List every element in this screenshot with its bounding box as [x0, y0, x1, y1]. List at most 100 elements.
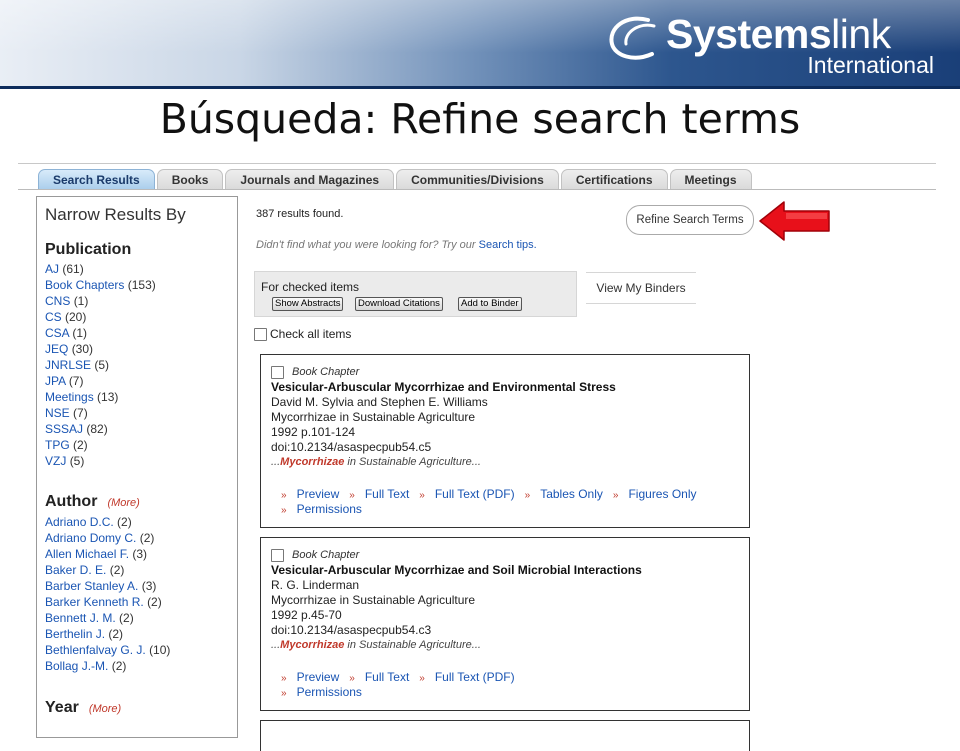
- result-action-link[interactable]: » Full Text (PDF): [419, 487, 514, 501]
- author-count: (2): [117, 515, 132, 529]
- download-citations-button[interactable]: Download Citations: [355, 297, 443, 311]
- add-to-binder-button[interactable]: Add to Binder: [458, 297, 522, 311]
- search-tips-link[interactable]: Search tips.: [479, 239, 537, 251]
- result-pages: 1992 p.45-70: [271, 608, 342, 622]
- result-links: » Preview » Full Text » Full Text (PDF) » Table…: [281, 487, 707, 503]
- publication-item: Meetings (13): [45, 389, 156, 405]
- author-item: Berthelin J. (2): [45, 626, 170, 642]
- author-link[interactable]: Baker D. E.: [45, 563, 106, 577]
- year-heading: Year (More): [45, 699, 121, 717]
- tab-communities[interactable]: Communities/Divisions: [396, 169, 559, 190]
- search-tips-text: Didn't find what you were looking for? T…: [256, 239, 537, 251]
- publication-item: AJ (61): [45, 261, 156, 277]
- publication-link[interactable]: Meetings: [45, 390, 94, 404]
- check-all-row: Check all items: [254, 327, 351, 341]
- year-heading-label: Year: [45, 699, 79, 716]
- double-chevron-icon: »: [281, 688, 287, 699]
- publication-item: CNS (1): [45, 293, 156, 309]
- result-action-link[interactable]: » Full Text: [349, 670, 409, 684]
- result-card-partial: [260, 720, 750, 751]
- author-item: Barker Kenneth R. (2): [45, 594, 170, 610]
- result-card: Book Chapter Vesicular-Arbuscular Mycorr…: [260, 537, 750, 711]
- double-chevron-icon: »: [281, 505, 287, 516]
- author-item: Bollag J.-M. (2): [45, 658, 170, 674]
- author-link[interactable]: Berthelin J.: [45, 627, 105, 641]
- result-card: Book Chapter Vesicular-Arbuscular Mycorr…: [260, 354, 750, 528]
- publication-link[interactable]: NSE: [45, 406, 70, 420]
- publication-link[interactable]: TPG: [45, 438, 70, 452]
- result-title[interactable]: Vesicular-Arbuscular Mycorrhizae and Soi…: [271, 563, 642, 578]
- publication-link[interactable]: JEQ: [45, 342, 68, 356]
- publication-count: (13): [97, 390, 119, 404]
- result-body: Book Chapter Vesicular-Arbuscular Mycorr…: [271, 548, 642, 653]
- author-list: Adriano D.C. (2) Adriano Domy C. (2) Allen…: [45, 514, 170, 674]
- result-action-link[interactable]: » Preview: [281, 487, 339, 501]
- result-action-link[interactable]: » Permissions: [281, 502, 362, 516]
- author-link[interactable]: Allen Michael F.: [45, 547, 129, 561]
- tab-books[interactable]: Books: [156, 169, 224, 190]
- author-item: Adriano Domy C. (2): [45, 530, 170, 546]
- publication-link[interactable]: JPA: [45, 374, 65, 388]
- year-more-link[interactable]: (More): [89, 703, 121, 715]
- author-heading-label: Author: [45, 493, 98, 510]
- tab-bar-line: [18, 189, 936, 190]
- result-action-link[interactable]: » Tables Only: [525, 487, 603, 501]
- publication-link[interactable]: SSSAJ: [45, 422, 83, 436]
- double-chevron-icon: »: [612, 490, 619, 501]
- narrow-results-sidebar: Narrow Results By Publication AJ (61) Boo…: [36, 196, 238, 738]
- author-link[interactable]: Bethlenfalvay G. J.: [45, 643, 146, 657]
- publication-count: (2): [73, 438, 88, 452]
- author-link[interactable]: Bollag J.-M.: [45, 659, 108, 673]
- author-link[interactable]: Barker Kenneth R.: [45, 595, 144, 609]
- result-action-link[interactable]: » Preview: [281, 670, 339, 684]
- author-link[interactable]: Adriano Domy C.: [45, 531, 136, 545]
- tips-prefix: Didn't find what you were looking for? T…: [256, 239, 476, 251]
- tab-journals[interactable]: Journals and Magazines: [225, 169, 395, 190]
- publication-link[interactable]: JNRLSE: [45, 358, 91, 372]
- publication-count: (153): [127, 278, 156, 292]
- publication-link[interactable]: CNS: [45, 294, 70, 308]
- publication-link[interactable]: CS: [45, 310, 62, 324]
- logo-swoosh-icon: [609, 16, 656, 60]
- result-action-link[interactable]: » Figures Only: [613, 487, 697, 501]
- publication-heading: Publication: [45, 241, 132, 258]
- checked-items-panel: For checked items Show Abstracts Downloa…: [254, 271, 577, 317]
- author-item: Adriano D.C. (2): [45, 514, 170, 530]
- refine-search-terms-button[interactable]: Refine Search Terms: [626, 205, 754, 235]
- author-count: (2): [139, 531, 155, 545]
- publication-link[interactable]: CSA: [45, 326, 69, 340]
- result-checkbox[interactable]: [271, 366, 284, 379]
- author-link[interactable]: Adriano D.C.: [45, 515, 114, 529]
- publication-item: TPG (2): [45, 437, 156, 453]
- double-chevron-icon: »: [419, 673, 425, 684]
- tab-meetings[interactable]: Meetings: [669, 169, 752, 190]
- author-more-link[interactable]: (More): [107, 497, 139, 509]
- show-abstracts-button[interactable]: Show Abstracts: [272, 297, 344, 311]
- double-chevron-icon: »: [281, 673, 287, 684]
- result-action-link[interactable]: » Full Text: [349, 487, 409, 501]
- result-checkbox[interactable]: [271, 549, 284, 562]
- tab-search-results[interactable]: Search Results: [38, 169, 155, 190]
- result-action-link[interactable]: » Permissions: [281, 685, 362, 699]
- publication-list: AJ (61) Book Chapters (153) CNS (1) CS (20)…: [45, 261, 156, 469]
- author-link[interactable]: Bennett J. M.: [45, 611, 116, 625]
- author-item: Bennett J. M. (2): [45, 610, 170, 626]
- publication-count: (1): [72, 326, 88, 340]
- annotation-arrow-icon: [759, 201, 830, 241]
- result-doi: doi:10.2134/asaspecpub54.c5: [271, 440, 432, 454]
- publication-link[interactable]: Book Chapters: [45, 278, 124, 292]
- result-title[interactable]: Vesicular-Arbuscular Mycorrhizae and Env…: [271, 380, 616, 395]
- publication-link[interactable]: VZJ: [45, 454, 66, 468]
- publication-link[interactable]: AJ: [45, 262, 59, 276]
- result-type-row: Book Chapter: [271, 548, 642, 563]
- tab-certifications[interactable]: Certifications: [560, 169, 668, 190]
- author-count: (3): [132, 547, 148, 561]
- result-action-link[interactable]: » Full Text (PDF): [419, 670, 514, 684]
- check-all-checkbox[interactable]: [254, 327, 267, 341]
- author-link[interactable]: Barber Stanley A.: [45, 579, 138, 593]
- author-count: (3): [141, 579, 157, 593]
- view-my-binders-link[interactable]: View My Binders: [586, 272, 696, 304]
- result-authors: David M. Sylvia and Stephen E. Williams: [271, 395, 488, 409]
- double-chevron-icon: »: [419, 490, 425, 501]
- author-count: (2): [119, 611, 134, 625]
